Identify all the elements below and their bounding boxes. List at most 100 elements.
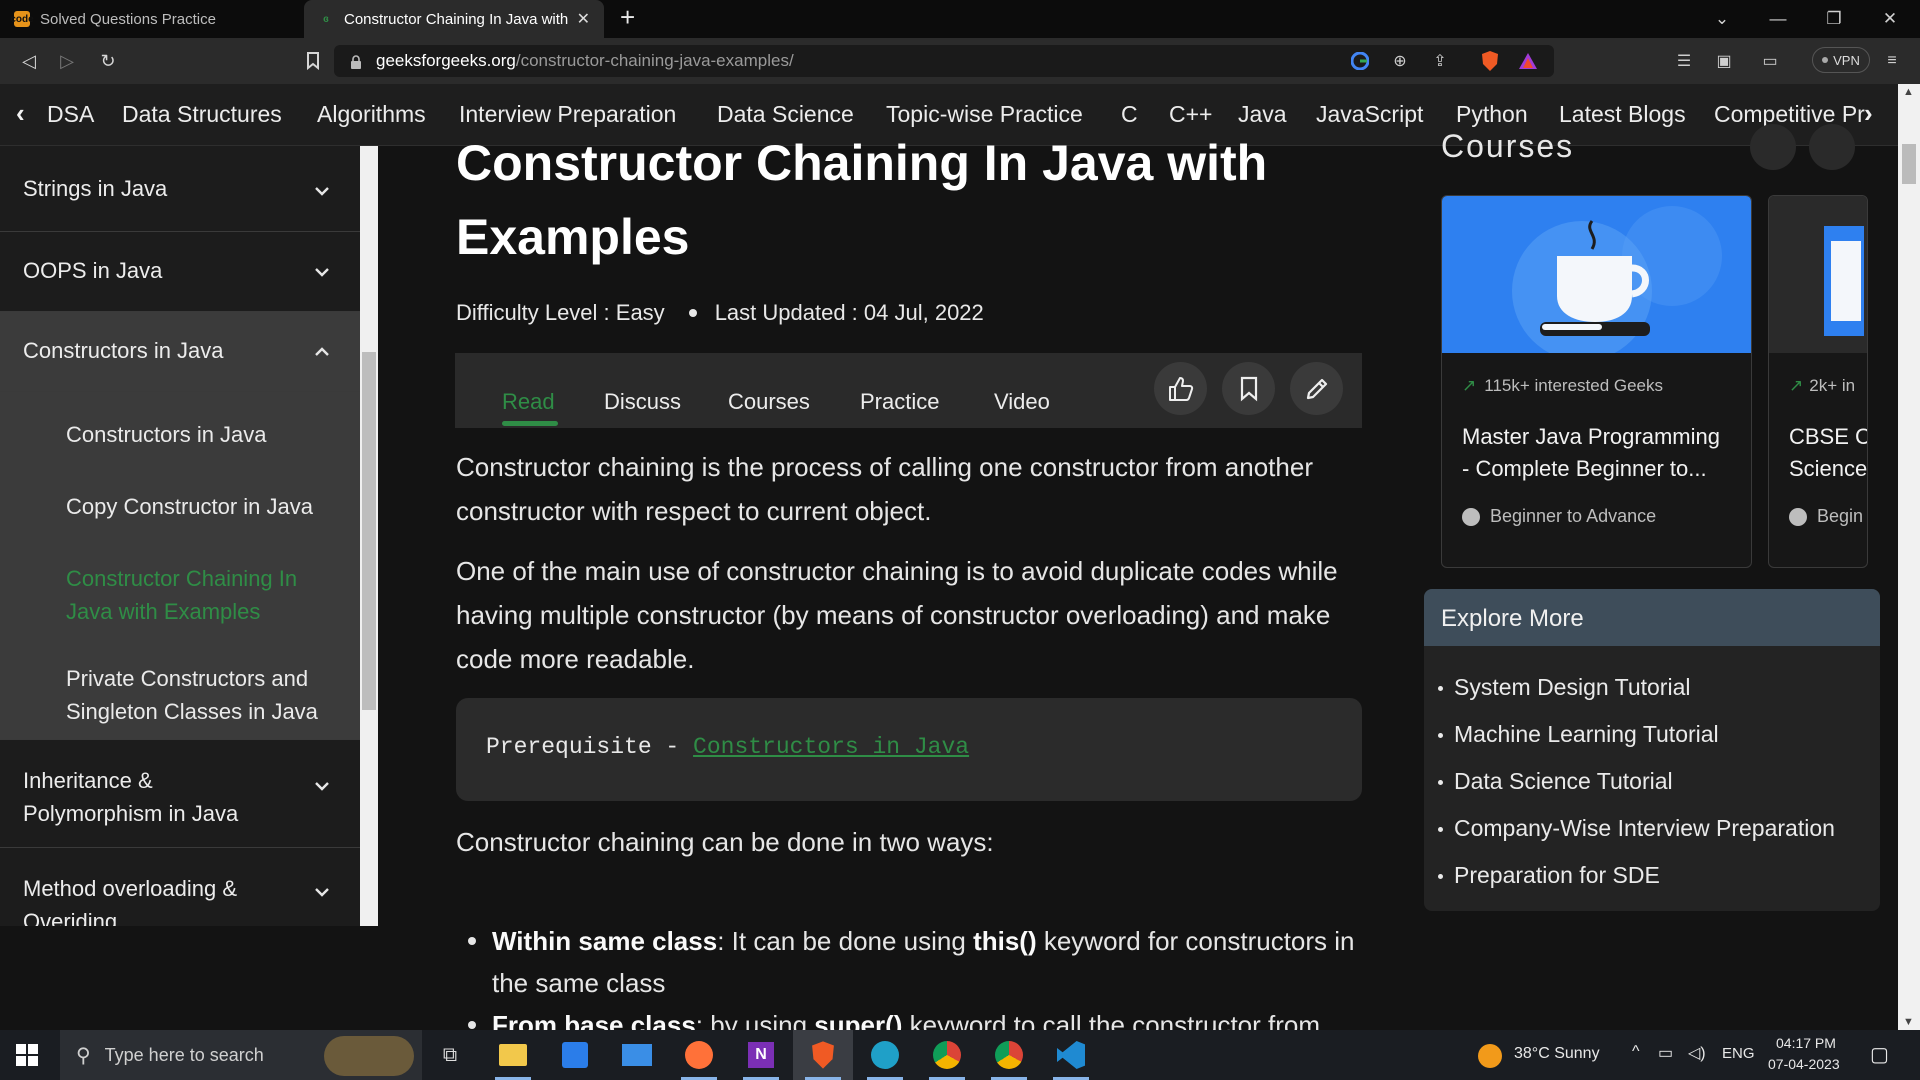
zoom-icon[interactable]: ⊕ bbox=[1388, 49, 1412, 73]
google-icon[interactable] bbox=[1348, 49, 1372, 73]
volume-icon[interactable]: ◁) bbox=[1688, 1043, 1706, 1063]
courses-prev-button[interactable] bbox=[1750, 124, 1796, 170]
sidebar-section-inheritance[interactable]: Inheritance & Polymorphism in Java bbox=[0, 740, 360, 848]
tab-read[interactable]: Read bbox=[502, 389, 555, 415]
like-button[interactable] bbox=[1154, 362, 1207, 415]
share-icon[interactable]: ⇪ bbox=[1428, 49, 1452, 73]
weather-text[interactable]: 38°C Sunny bbox=[1514, 1045, 1600, 1063]
sidebar-section-label: Constructors in Java bbox=[23, 338, 224, 363]
nav-item-java[interactable]: Java bbox=[1238, 101, 1287, 128]
explore-link[interactable]: Data Science Tutorial bbox=[1438, 758, 1880, 805]
courses-next-button[interactable] bbox=[1809, 124, 1855, 170]
tray-chevron-icon[interactable]: ^ bbox=[1632, 1043, 1640, 1061]
onenote-icon[interactable]: N bbox=[731, 1030, 791, 1080]
nav-item-interview-preparation[interactable]: Interview Preparation bbox=[459, 101, 676, 128]
explore-link[interactable]: Preparation for SDE bbox=[1438, 852, 1880, 899]
nav-item-topic-wise-practice[interactable]: Topic-wise Practice bbox=[886, 101, 1083, 128]
monitor-icon bbox=[1824, 226, 1864, 336]
prerequisite-link[interactable]: Constructors in Java bbox=[693, 734, 969, 760]
scroll-down-icon[interactable]: ▼ bbox=[1903, 1016, 1914, 1028]
nav-scroll-right-icon[interactable]: › bbox=[1864, 98, 1873, 129]
nav-item-c[interactable]: C bbox=[1121, 101, 1138, 128]
sidebar-item-copy-constructor[interactable]: Copy Constructor in Java bbox=[66, 490, 313, 523]
tab-search-icon[interactable]: ⌄ bbox=[1694, 0, 1750, 38]
explore-link[interactable]: Company-Wise Interview Preparation bbox=[1438, 805, 1880, 852]
course-interest: ↗ 115k+ interested Geeks bbox=[1462, 376, 1663, 396]
bookmark-icon[interactable] bbox=[300, 48, 326, 74]
restore-button[interactable]: ❐ bbox=[1806, 0, 1862, 38]
nav-item-algorithms[interactable]: Algorithms bbox=[317, 101, 426, 128]
sidebar-item-constructors[interactable]: Constructors in Java bbox=[66, 418, 267, 451]
clock-time[interactable]: 04:17 PM bbox=[1776, 1035, 1836, 1051]
explore-link[interactable]: Machine Learning Tutorial bbox=[1438, 711, 1880, 758]
chrome-profile-icon[interactable] bbox=[979, 1030, 1039, 1080]
browser-tab-active[interactable]: ɞ Constructor Chaining In Java with ✕ bbox=[304, 0, 604, 38]
battery-icon[interactable]: ▭ bbox=[1658, 1043, 1673, 1063]
minimize-button[interactable]: — bbox=[1750, 0, 1806, 38]
edge-icon[interactable] bbox=[855, 1030, 915, 1080]
sidebar-section-strings[interactable]: Strings in Java bbox=[0, 146, 360, 232]
edit-button[interactable] bbox=[1290, 362, 1343, 415]
tab-video[interactable]: Video bbox=[994, 389, 1050, 415]
notifications-icon[interactable]: ▢ bbox=[1870, 1042, 1889, 1067]
list-item-text: keyword to call the constructor from bbox=[902, 1010, 1321, 1030]
windows-start-icon[interactable] bbox=[16, 1044, 38, 1066]
weather-icon bbox=[1478, 1044, 1502, 1068]
nav-item-python[interactable]: Python bbox=[1456, 101, 1528, 128]
sidebar-scroll-thumb[interactable] bbox=[362, 352, 376, 710]
taskbar-search[interactable]: ⚲ Type here to search bbox=[60, 1030, 422, 1080]
new-tab-button[interactable]: + bbox=[620, 2, 635, 33]
sidebar-toggle-icon[interactable]: ▣ bbox=[1712, 49, 1736, 73]
browser-tab-solved-questions[interactable]: code Solved Questions Practice bbox=[0, 0, 303, 38]
page-scroll-thumb[interactable] bbox=[1902, 144, 1916, 184]
bookmark-article-button[interactable] bbox=[1222, 362, 1275, 415]
interest-text: 2k+ in bbox=[1809, 376, 1856, 395]
vscode-icon[interactable] bbox=[1041, 1030, 1101, 1080]
nav-item-javascript[interactable]: JavaScript bbox=[1316, 101, 1423, 128]
nav-item-data-science[interactable]: Data Science bbox=[717, 101, 854, 128]
sidebar-item-private-constructors[interactable]: Private Constructors and Singleton Class… bbox=[66, 662, 336, 728]
forward-icon[interactable]: ▷ bbox=[54, 48, 80, 74]
close-window-button[interactable]: ✕ bbox=[1862, 0, 1918, 38]
brave-shields-icon[interactable] bbox=[1478, 49, 1502, 73]
sidebar-scrollbar[interactable] bbox=[360, 146, 378, 926]
nav-item-competitive-programming[interactable]: Competitive Pr bbox=[1714, 101, 1874, 128]
playlist-icon[interactable]: ☰ bbox=[1672, 49, 1696, 73]
clock-date[interactable]: 07-04-2023 bbox=[1768, 1056, 1840, 1072]
article-meta: Difficulty Level : Easy Last Updated : 0… bbox=[456, 300, 984, 326]
scroll-up-icon[interactable]: ▲ bbox=[1903, 86, 1914, 98]
reload-icon[interactable]: ↻ bbox=[95, 48, 121, 74]
nav-item-cpp[interactable]: C++ bbox=[1169, 101, 1212, 128]
nav-item-dsa[interactable]: DSA bbox=[47, 101, 94, 128]
wallet-icon[interactable]: ▭ bbox=[1758, 49, 1782, 73]
back-icon[interactable]: ◁ bbox=[16, 48, 42, 74]
file-explorer-icon[interactable] bbox=[483, 1030, 543, 1080]
sidebar-section-constructors[interactable]: Constructors in Java bbox=[0, 312, 360, 392]
sidebar-section-oops[interactable]: OOPS in Java bbox=[0, 232, 360, 312]
tab-practice[interactable]: Practice bbox=[860, 389, 939, 415]
brave-icon[interactable] bbox=[793, 1030, 853, 1080]
nav-scroll-left-icon[interactable]: ‹ bbox=[16, 98, 25, 129]
nav-item-latest-blogs[interactable]: Latest Blogs bbox=[1559, 101, 1686, 128]
task-view-icon[interactable]: ⧉ bbox=[420, 1030, 480, 1080]
firefox-icon[interactable] bbox=[669, 1030, 729, 1080]
sidebar-section-method-overloading[interactable]: Method overloading & Overiding bbox=[0, 848, 360, 926]
vpn-button[interactable]: VPN bbox=[1812, 47, 1870, 73]
tab-courses[interactable]: Courses bbox=[728, 389, 810, 415]
chrome-icon[interactable] bbox=[917, 1030, 977, 1080]
store-icon[interactable] bbox=[545, 1030, 605, 1080]
close-tab-icon[interactable]: ✕ bbox=[577, 9, 590, 29]
course-card[interactable]: ↗ 2k+ in CBSE Cl Science Begin bbox=[1768, 195, 1868, 568]
sidebar-item-constructor-chaining[interactable]: Constructor Chaining In Java with Exampl… bbox=[66, 562, 326, 628]
language-indicator[interactable]: ENG bbox=[1722, 1045, 1755, 1062]
nav-item-data-structures[interactable]: Data Structures bbox=[122, 101, 282, 128]
menu-icon[interactable]: ≡ bbox=[1880, 49, 1904, 73]
page-scrollbar[interactable]: ▲ ▼ bbox=[1898, 84, 1920, 1030]
explore-link[interactable]: System Design Tutorial bbox=[1438, 664, 1880, 711]
course-card[interactable]: ↗ 115k+ interested Geeks Master Java Prog… bbox=[1441, 195, 1752, 568]
brave-rewards-icon[interactable] bbox=[1516, 49, 1540, 73]
difficulty-level: Difficulty Level : Easy bbox=[456, 300, 665, 325]
tab-discuss[interactable]: Discuss bbox=[604, 389, 681, 415]
mail-icon[interactable] bbox=[607, 1030, 667, 1080]
courses-heading: Courses bbox=[1441, 128, 1575, 164]
